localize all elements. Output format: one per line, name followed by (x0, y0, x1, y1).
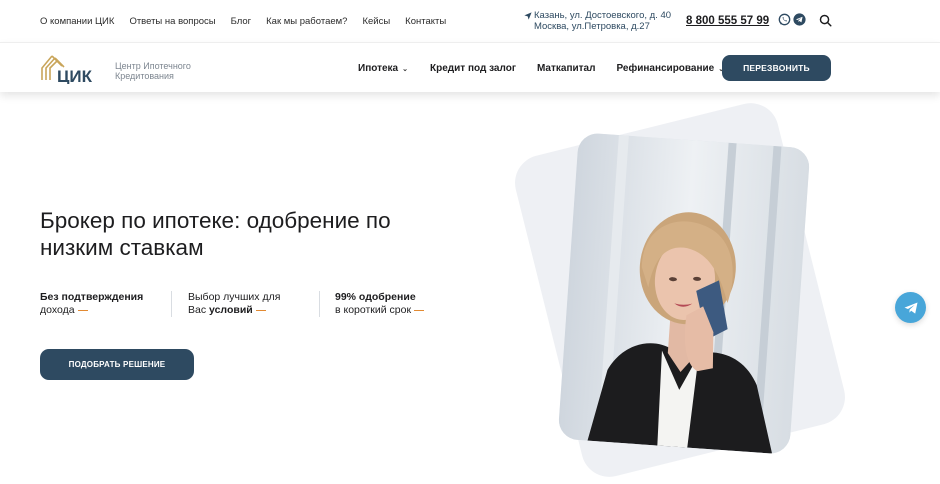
topnav-contacts[interactable]: Контакты (405, 16, 446, 27)
main-nav: Ипотека ⌄ Кредит под залог Маткапитал Реф… (358, 63, 724, 74)
whatsapp-icon[interactable] (778, 13, 791, 26)
logo[interactable]: ЦИК (40, 52, 100, 86)
callback-button[interactable]: ПЕРЕЗВОНИТЬ (722, 55, 831, 81)
location-arrow-icon (524, 11, 532, 20)
telegram-icon[interactable] (793, 13, 806, 26)
hero-title: Брокер по ипотеке: одобрение по низким с… (40, 208, 391, 260)
hero-photo (557, 132, 811, 455)
feature-best-terms: Выбор лучших для Вас условий (188, 291, 281, 316)
nav-refinancing[interactable]: Рефинансирование⌄ (616, 63, 724, 74)
feature-high-approval: 99% одобрение в короткий срок (335, 291, 425, 317)
logo-tagline: Центр Ипотечного Кредитования (115, 61, 191, 81)
top-bar: О компании ЦИК Ответы на вопросы Блог Ка… (0, 0, 940, 42)
accent-dash (77, 309, 88, 311)
feature-divider (171, 291, 172, 317)
telegram-icon (904, 302, 917, 314)
nav-mortgage[interactable]: Ипотека ⌄ (358, 63, 408, 74)
phone-link[interactable]: 8 800 555 57 99 (686, 15, 769, 27)
feature-no-income-proof: Без подтверждения дохода (40, 291, 144, 316)
accent-dash (414, 309, 425, 311)
floating-telegram-button[interactable] (895, 292, 926, 323)
chevron-down-icon: ⌄ (402, 65, 408, 73)
address-moscow: Москва, ул.Петровка, д.27 (534, 21, 650, 32)
address-block[interactable]: Казань, ул. Достоевского, д. 40 Москва, … (524, 10, 671, 32)
main-header: ЦИК Центр Ипотечного Кредитования Ипотек… (0, 42, 940, 92)
find-solution-button[interactable]: ПОДОБРАТЬ РЕШЕНИЕ (40, 349, 194, 380)
address-kazan: Казань, ул. Достоевского, д. 40 (534, 10, 672, 21)
topnav-how-we-work[interactable]: Как мы работаем? (266, 16, 347, 27)
feature-divider (319, 291, 320, 317)
svg-text:ЦИК: ЦИК (57, 67, 93, 84)
nav-secured-loan[interactable]: Кредит под залог (430, 63, 516, 74)
topnav-cases[interactable]: Кейсы (362, 16, 390, 27)
search-icon[interactable] (819, 14, 832, 27)
woman-on-phone-illustration (557, 132, 811, 455)
topnav-about[interactable]: О компании ЦИК (40, 16, 114, 27)
topnav-blog[interactable]: Блог (231, 16, 252, 27)
logo-mark: ЦИК (41, 55, 93, 86)
top-nav: О компании ЦИК Ответы на вопросы Блог Ка… (40, 16, 461, 27)
nav-maternity-capital[interactable]: Маткапитал (537, 63, 595, 74)
accent-dash (255, 309, 266, 311)
topnav-faq[interactable]: Ответы на вопросы (129, 16, 215, 27)
